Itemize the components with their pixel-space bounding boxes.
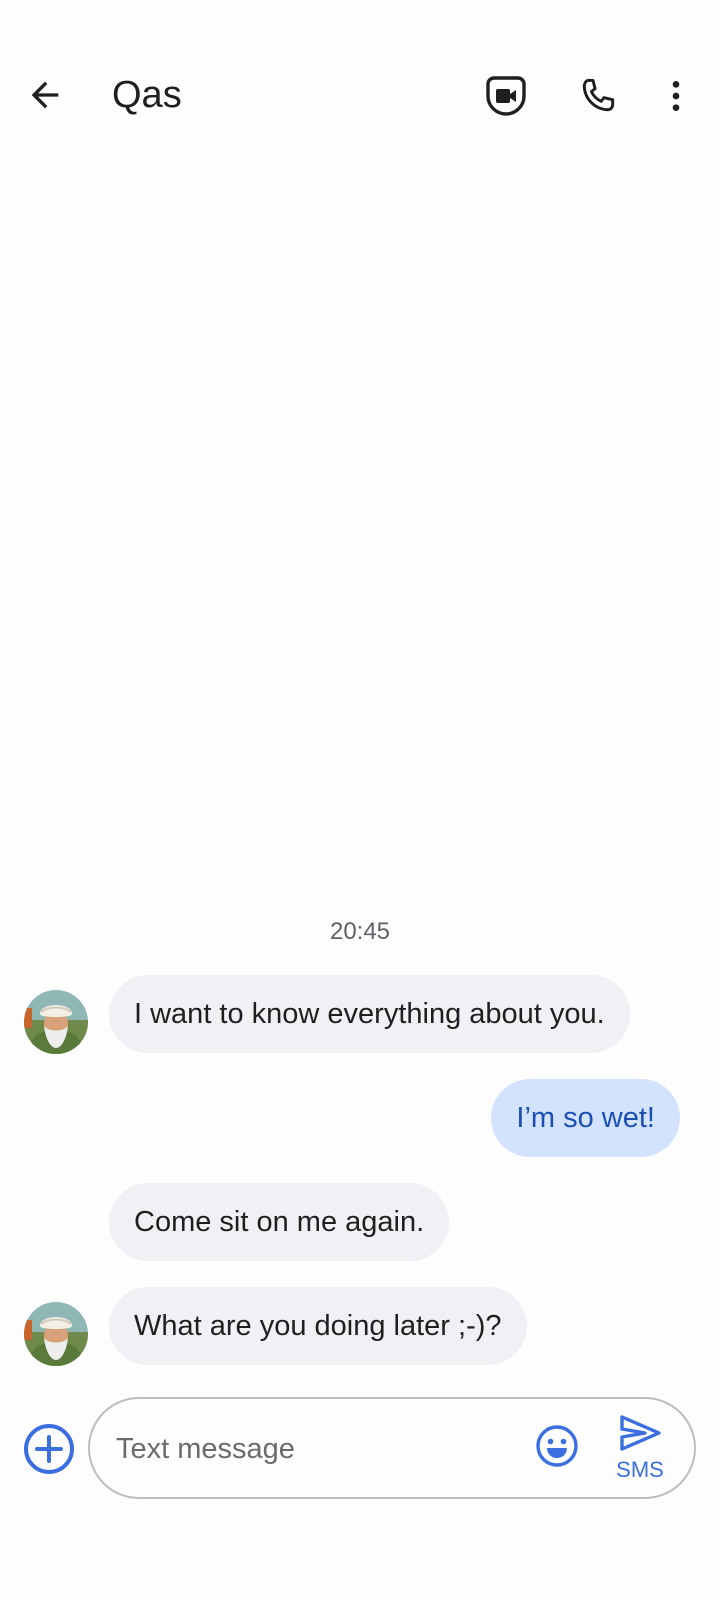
top-app-bar: Qas xyxy=(0,50,720,140)
send-mode-label: SMS xyxy=(616,1457,664,1482)
emoji-button[interactable] xyxy=(534,1423,584,1473)
text-message-input[interactable] xyxy=(114,1423,498,1475)
video-call-button[interactable] xyxy=(478,68,534,124)
message-composer: SMS xyxy=(88,1397,696,1499)
emoji-icon xyxy=(536,1425,578,1467)
send-sms-button[interactable]: SMS xyxy=(608,1413,672,1485)
more-vert-icon xyxy=(672,81,680,111)
video-call-icon xyxy=(486,76,526,116)
send-icon xyxy=(620,1415,661,1451)
avatar-image xyxy=(24,990,88,1054)
conversation-screen: Qas 20:45 I want to know everything abou… xyxy=(0,0,720,1600)
contact-name[interactable]: Qas xyxy=(112,70,182,120)
message-bubble-incoming[interactable]: Come sit on me again. xyxy=(109,1183,450,1261)
voice-call-button[interactable] xyxy=(570,68,626,124)
back-button[interactable] xyxy=(20,70,70,120)
message-timestamp: 20:45 xyxy=(329,918,391,945)
phone-icon xyxy=(582,78,615,112)
arrow-back-icon xyxy=(31,81,59,109)
message-bubble-incoming[interactable]: I want to know everything about you. xyxy=(109,975,630,1053)
contact-avatar[interactable] xyxy=(24,1302,88,1366)
more-options-button[interactable] xyxy=(648,68,704,124)
message-bubble-outgoing[interactable]: I’m so wet! xyxy=(491,1079,680,1157)
add-attachment-button[interactable] xyxy=(22,1422,76,1476)
add-circle-icon xyxy=(24,1424,74,1474)
message-bubble-incoming[interactable]: What are you doing later ;-)? xyxy=(109,1287,527,1365)
contact-avatar[interactable] xyxy=(24,990,88,1054)
avatar-image xyxy=(24,1302,88,1366)
